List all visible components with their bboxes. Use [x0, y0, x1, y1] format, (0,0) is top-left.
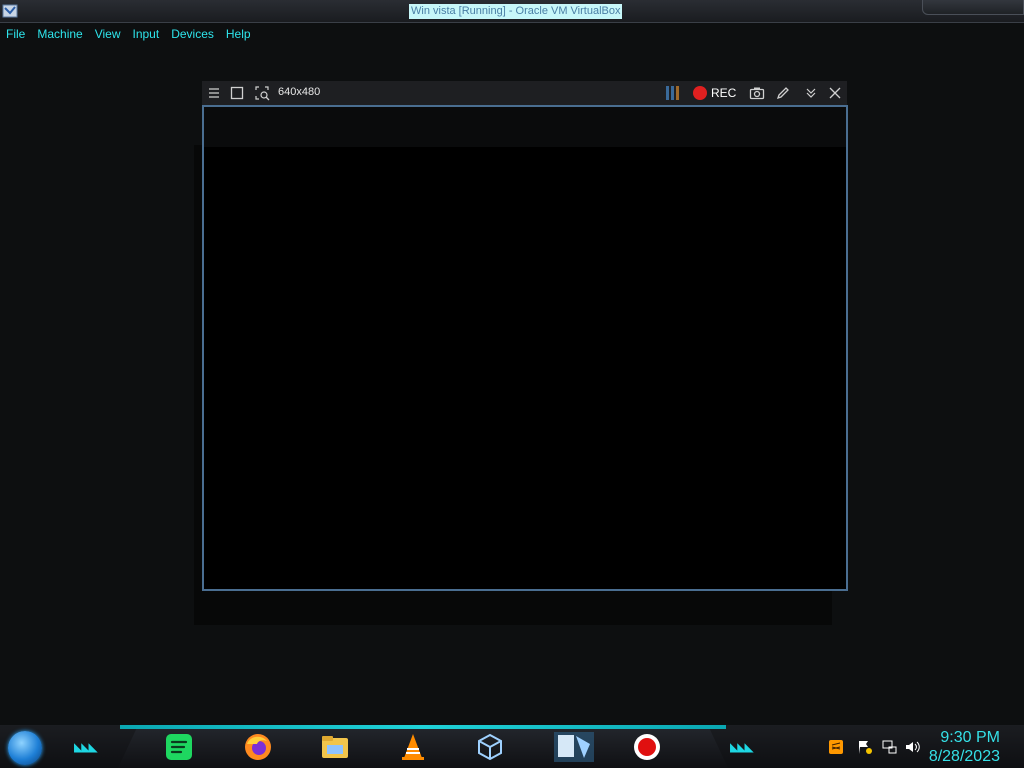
menu-view[interactable]: View [89, 24, 127, 46]
region-select-icon[interactable] [254, 85, 270, 101]
network-icon[interactable] [881, 739, 897, 755]
virtualbox-app-icon[interactable] [2, 3, 18, 19]
start-button-icon[interactable] [8, 731, 42, 765]
record-button[interactable]: REC [711, 86, 736, 100]
taskbar-glow [120, 725, 726, 729]
action-center-flag-icon[interactable] [857, 739, 873, 755]
sublime-text-icon[interactable] [828, 739, 844, 755]
window-titlebar: Win vista [Running] - Oracle VM VirtualB… [0, 0, 1024, 23]
resolution-label[interactable]: 640x480 [278, 86, 320, 98]
screen-recorder-icon[interactable] [632, 732, 662, 762]
file-explorer-icon[interactable] [320, 732, 350, 762]
menu-icon[interactable] [206, 85, 222, 101]
clock-time: 9:30 PM [940, 729, 1000, 746]
menu-file[interactable]: File [0, 24, 31, 46]
volume-icon[interactable] [904, 739, 920, 755]
capture-region-frame[interactable] [202, 105, 848, 591]
camera-icon[interactable] [749, 85, 765, 101]
vista-vm-icon[interactable] [554, 732, 594, 762]
menu-help[interactable]: Help [220, 24, 257, 46]
spotify-icon[interactable] [164, 732, 194, 762]
menu-machine[interactable]: Machine [31, 24, 88, 46]
window-title: Win vista [Running] - Oracle VM VirtualB… [409, 4, 623, 19]
menu-devices[interactable]: Devices [165, 24, 220, 46]
pencil-icon[interactable] [775, 85, 791, 101]
recorder-toolbar: 640x480 REC [202, 81, 847, 106]
virtualbox-icon[interactable] [475, 732, 505, 762]
menu-bar: File Machine View Input Devices Help [0, 24, 257, 46]
audio-level-icon [666, 86, 679, 100]
window-controls[interactable] [922, 0, 1024, 15]
vm-screen-top [204, 107, 846, 147]
record-icon[interactable] [693, 86, 707, 100]
fullscreen-region-icon[interactable] [229, 85, 245, 101]
decor-chevrons-left-icon: ◣◣◣ [74, 740, 98, 754]
clock-date: 8/28/2023 [928, 748, 1000, 765]
menu-input[interactable]: Input [127, 24, 166, 46]
vlc-icon[interactable] [398, 732, 428, 762]
decor-chevrons-right-icon: ◣◣◣ [730, 740, 754, 754]
collapse-chevron-icon[interactable] [803, 85, 819, 101]
taskbar: ◣◣◣ ◣◣◣ 9:30 PM 8/28/2023 [0, 725, 1024, 768]
system-clock[interactable]: 9:30 PM 8/28/2023 [929, 728, 1000, 766]
close-icon[interactable] [827, 85, 843, 101]
firefox-icon[interactable] [243, 732, 273, 762]
